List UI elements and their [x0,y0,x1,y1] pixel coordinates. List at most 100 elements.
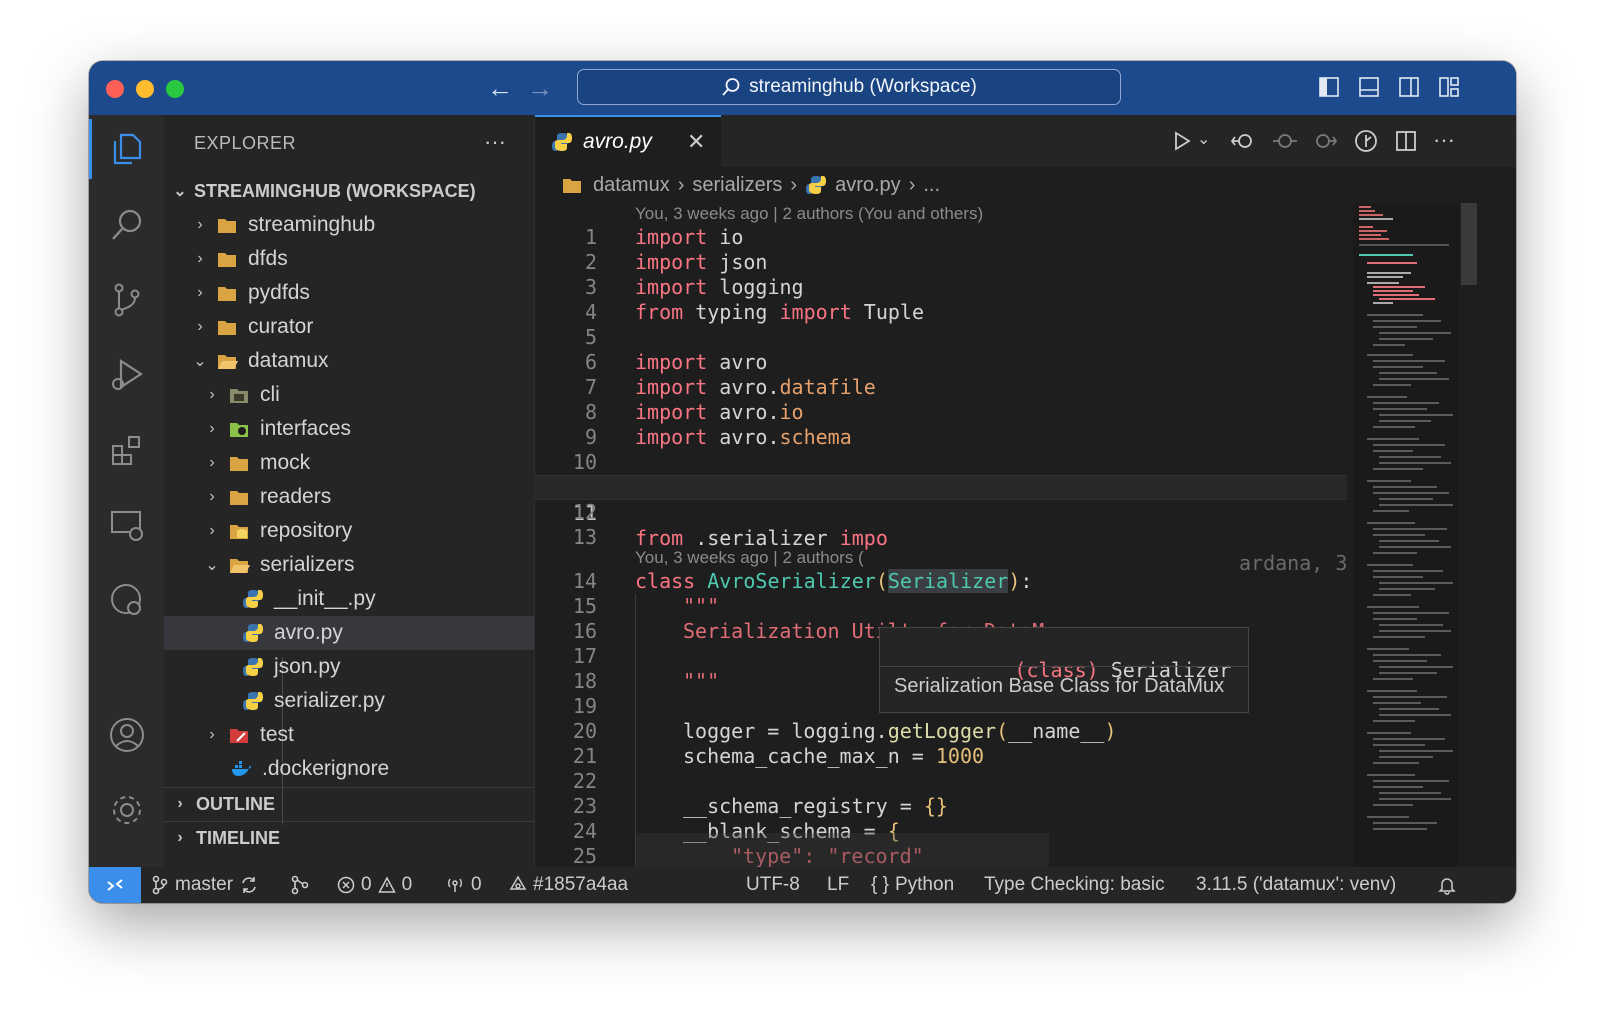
tree-item-serializer-py[interactable]: serializer.py [164,684,534,718]
tree-item-readers[interactable]: › readers [164,480,534,514]
type-checking-status[interactable]: Type Checking: basic [984,867,1165,903]
ports-status[interactable]: 0 [445,867,482,903]
tree-item-datamux[interactable]: ⌄ datamux [164,344,534,378]
code-line: 1 import io [584,225,744,249]
sticky-scroll-shadow [635,833,1049,867]
toggle-primary-sidebar-icon[interactable] [1319,77,1339,97]
tree-item-dfds[interactable]: › dfds [164,242,534,276]
commit-hash: #1857a4aa [533,874,629,895]
remote-explorer-view-button[interactable] [89,495,164,555]
tree-item-interfaces[interactable]: › interfaces [164,412,534,446]
tree-item-label: avro.py [274,621,343,644]
breadcrumb: datamux › serializers › avro.py › ... [535,167,1516,203]
gear-icon [112,796,141,824]
breadcrumb-item[interactable]: datamux [593,174,670,197]
customize-layout-icon[interactable] [1439,77,1459,97]
code-line: 2 import json [584,250,768,274]
tree-item-dockerignore[interactable]: .dockerignore [164,752,534,786]
minimap[interactable] [1353,203,1459,867]
tree-item-streaminghub[interactable]: › streaminghub [164,208,534,242]
forward-arrow-icon[interactable]: → [527,73,553,104]
tree-item-curator[interactable]: › curator [164,310,534,344]
more-actions-icon[interactable]: ··· [484,129,506,155]
command-center-search[interactable]: streaminghub (Workspace) [577,69,1121,105]
toggle-secondary-sidebar-icon[interactable] [1399,77,1419,97]
git-graph-status[interactable] [290,867,310,903]
timeline-section[interactable]: › TIMELINE [164,821,534,854]
tree-item-mock[interactable]: › mock [164,446,534,480]
command-center-label: streaminghub (Workspace) [749,76,977,97]
tree-item-label: mock [260,451,311,474]
accounts-button[interactable] [89,705,164,765]
code-line-current: 11 from .serializer impo ardana, 3 weeks… [535,475,1347,575]
more-actions-icon[interactable]: ··· [1433,127,1455,153]
notifications-status[interactable] [1437,867,1457,903]
code-line: 7 import avro.datafile [584,375,876,399]
revision-icon[interactable] [1272,130,1298,152]
code-editor[interactable]: You, 3 weeks ago | 2 authors (You and ot… [535,203,1347,867]
tab-avro-py[interactable]: avro.py ✕ [535,115,721,167]
code-line: 3 import logging [584,275,804,299]
tree-item-pydfds[interactable]: › pydfds [164,276,534,310]
minimize-window-button[interactable] [136,80,154,98]
back-arrow-icon[interactable]: ← [487,73,513,104]
tree-item-label: curator [248,315,314,338]
tree-item-label: .dockerignore [262,757,390,780]
close-icon[interactable]: ✕ [687,129,705,155]
tree-item-avro-py[interactable]: avro.py [164,616,534,650]
tree-item-cli[interactable]: › cli [164,378,534,412]
chevron-right-icon: › [197,216,203,233]
extensions-view-button[interactable] [89,420,164,480]
gitlens-inspect-icon[interactable] [1354,129,1378,153]
breadcrumb-item[interactable]: avro.py [835,174,901,197]
chevron-down-icon[interactable]: ⌄ [1197,129,1210,149]
tree-item-label: serializer.py [274,689,385,712]
remote-indicator[interactable] [89,867,141,903]
run-debug-view-button[interactable] [89,345,164,405]
eol-status[interactable]: LF [827,867,849,903]
workspace-label: STREAMINGHUB (WORKSPACE) [194,180,476,201]
source-control-view-button[interactable] [89,270,164,330]
tree-item-json-py[interactable]: json.py [164,650,534,684]
outline-section[interactable]: › OUTLINE [164,787,534,820]
tree-item-init-py[interactable]: __init__.py [164,582,534,616]
problems-status[interactable]: 0 0 [337,867,412,903]
sync-icon [242,877,256,893]
language-status[interactable]: { } Python [871,867,954,903]
manage-settings-button[interactable] [89,780,164,840]
folder-icon [218,321,236,335]
tree-item-serializers[interactable]: ⌄ serializers [164,548,534,582]
tree-item-repository[interactable]: › repository [164,514,534,548]
workspace-header[interactable]: ⌄ STREAMINGHUB (WORKSPACE) [164,175,534,207]
interpreter-status[interactable]: 3.11.5 ('datamux': venv) [1196,867,1396,903]
git-commit-icon [509,875,527,890]
codelens-blame[interactable]: You, 3 weeks ago | 2 authors (You and ot… [635,203,983,225]
search-view-button[interactable] [89,195,164,255]
branch-status[interactable]: master [151,867,259,903]
source-control-icon [114,283,139,317]
folder-icon [218,253,236,267]
encoding-status[interactable]: UTF-8 [746,867,800,903]
tree-item-test[interactable]: › test [164,718,534,752]
run-debug-icon [111,358,143,390]
ports-count: 0 [471,874,482,895]
zoom-window-button[interactable] [166,80,184,98]
split-editor-icon[interactable] [1395,130,1417,152]
breadcrumb-item[interactable]: serializers [692,174,782,197]
close-window-button[interactable] [106,80,124,98]
gitlens-view-button[interactable] [89,570,164,630]
error-icon [337,876,355,894]
explorer-view-button[interactable] [89,119,164,179]
commit-status[interactable]: #1857a4aa [509,867,628,903]
scrollbar-thumb[interactable] [1461,203,1477,285]
vertical-scrollbar[interactable] [1459,203,1479,867]
folder-icon [563,179,581,193]
chevron-right-icon: › [209,420,215,437]
run-icon[interactable] [1172,131,1192,151]
breadcrumb-item[interactable]: ... [923,174,940,197]
next-change-icon[interactable] [1312,130,1338,152]
previous-change-icon[interactable] [1230,130,1256,152]
codelens-blame[interactable]: You, 3 weeks ago | 2 authors ( [635,547,864,569]
toggle-panel-icon[interactable] [1359,77,1379,97]
chevron-down-icon: ⌄ [205,557,219,574]
